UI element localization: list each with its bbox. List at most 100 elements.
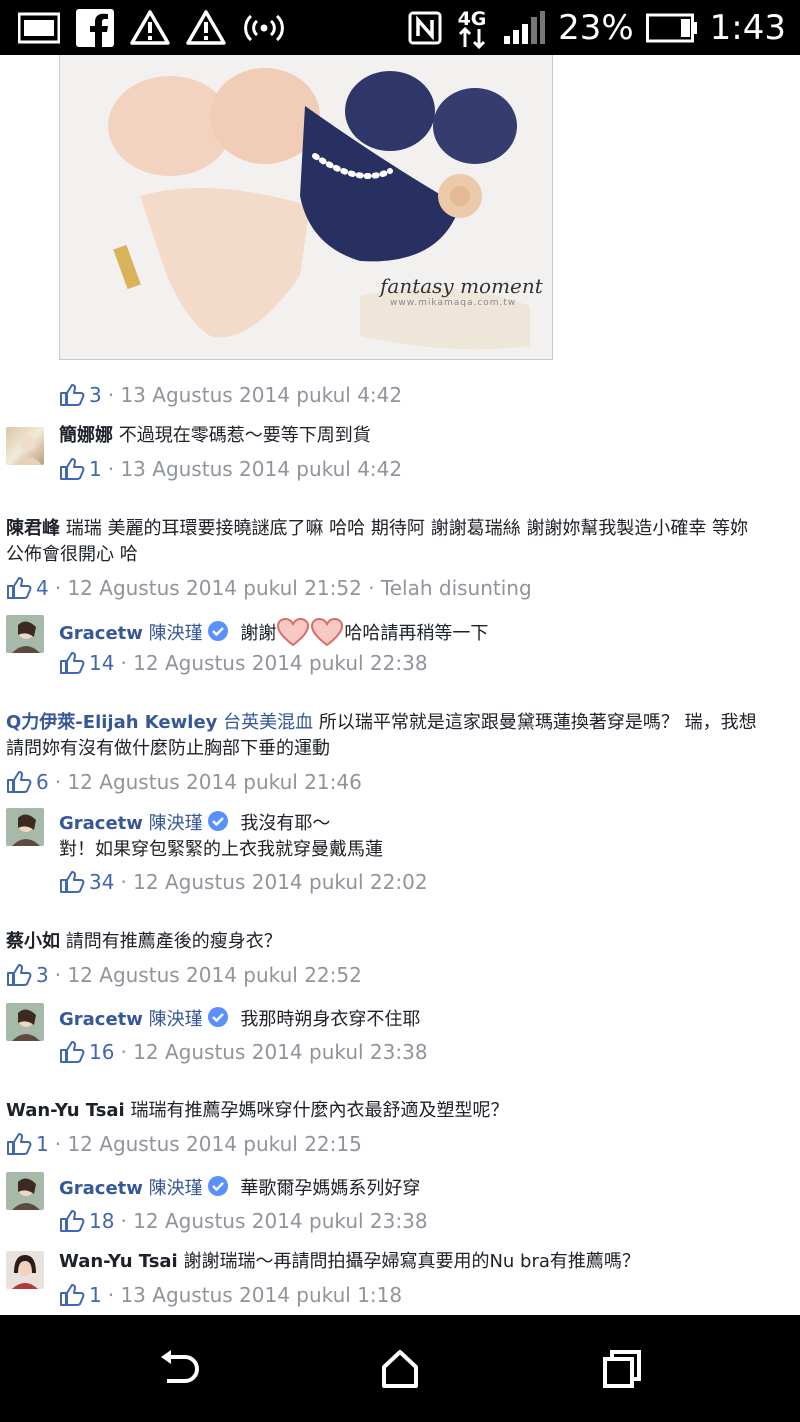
comment-timestamp[interactable]: · 12 Agustus 2014 pukul 21:46	[55, 770, 362, 794]
like-icon[interactable]	[59, 651, 85, 675]
like-count[interactable]: 1	[36, 1132, 49, 1156]
comment-author[interactable]: 蔡小如	[6, 931, 60, 952]
broadcast-icon	[244, 14, 284, 42]
comment-photo[interactable]: fantasy moment www.mikamaqa.com.tw	[59, 55, 553, 360]
like-icon[interactable]	[6, 1132, 32, 1156]
comment-meta: 3 · 12 Agustus 2014 pukul 22:52	[6, 963, 362, 987]
comment-author[interactable]: Gracetw	[59, 1009, 143, 1030]
back-button[interactable]	[149, 1345, 209, 1393]
avatar[interactable]	[6, 1251, 44, 1289]
comment-timestamp[interactable]: · 12 Agustus 2014 pukul 21:52 · Telah di…	[55, 576, 532, 600]
like-icon[interactable]	[6, 770, 32, 794]
comment-author-chinese[interactable]: 陳泱瑾	[149, 1178, 203, 1199]
reply: Gracetw 陳泱瑾 謝謝 哈哈請再稍等一下	[59, 617, 789, 647]
comment-timestamp[interactable]: · 12 Agustus 2014 pukul 22:38	[120, 651, 427, 675]
comment-meta: 18 · 12 Agustus 2014 pukul 23:38	[59, 1209, 428, 1233]
avatar[interactable]	[6, 1003, 44, 1041]
comment-author[interactable]: Gracetw	[59, 623, 143, 644]
alert-notification-icon	[130, 10, 170, 45]
comment-author[interactable]: Q力伊萊-Elijah Kewley	[6, 712, 217, 733]
comment-timestamp[interactable]: · 12 Agustus 2014 pukul 23:38	[120, 1040, 427, 1064]
comment-author[interactable]: Wan-Yu Tsai	[59, 1251, 178, 1272]
like-count[interactable]: 4	[36, 576, 49, 600]
battery-icon	[645, 13, 697, 42]
verified-badge-icon	[207, 621, 228, 641]
recent-apps-button[interactable]	[592, 1345, 652, 1393]
comment-meta: 14 · 12 Agustus 2014 pukul 22:38	[59, 651, 428, 675]
comment-text-line2: 公佈會很開心 哈	[6, 544, 138, 565]
photo-watermark-url: www.mikamaqa.com.tw	[390, 298, 517, 308]
comment-text-line2: 請問妳有沒有做什麼防止胸部下垂的運動	[6, 738, 330, 759]
comment-text: 我那時朔身衣穿不住耶	[240, 1009, 421, 1030]
home-button[interactable]	[370, 1345, 430, 1393]
comment-author-chinese[interactable]: 陳泱瑾	[149, 1009, 203, 1030]
comment-author[interactable]: Gracetw	[59, 813, 143, 834]
comment-timestamp[interactable]: · 12 Agustus 2014 pukul 22:52	[55, 963, 362, 987]
like-icon[interactable]	[59, 870, 85, 894]
like-count[interactable]: 18	[89, 1209, 114, 1233]
comment-meta: 1 · 13 Agustus 2014 pukul 4:42	[59, 457, 402, 481]
avatar[interactable]	[6, 427, 44, 465]
reply: Gracetw 陳泱瑾 我那時朔身衣穿不住耶	[59, 1006, 789, 1033]
nfc-icon	[408, 11, 442, 44]
like-count[interactable]: 6	[36, 770, 49, 794]
comment-meta: 6 · 12 Agustus 2014 pukul 21:46	[6, 770, 362, 794]
like-icon[interactable]	[59, 1209, 85, 1233]
comment-text-line1: 我沒有耶～	[240, 813, 331, 834]
comments-feed[interactable]: fantasy moment www.mikamaqa.com.tw 3 · 1…	[0, 55, 800, 1315]
comment-author[interactable]: Gracetw	[59, 1178, 143, 1199]
comment-timestamp[interactable]: · 12 Agustus 2014 pukul 22:02	[120, 870, 427, 894]
comment: Q力伊萊-Elijah Kewley 台英美混血 所以瑞平常就是這家跟曼黛瑪蓮換…	[6, 710, 798, 762]
verified-badge-icon	[207, 1007, 228, 1027]
signal-strength-icon	[504, 10, 546, 44]
comment-text: 謝謝瑞瑞～再請問拍攝孕婦寫真要用的Nu bra有推薦嗎？	[183, 1251, 640, 1272]
comment-author[interactable]: 陳君峰	[6, 518, 60, 539]
comment-text-line1: 所以瑞平常就是這家跟曼黛瑪蓮換著穿是嗎？ 瑞，我想	[318, 712, 757, 733]
comment-meta: 4 · 12 Agustus 2014 pukul 21:52 · Telah …	[6, 576, 532, 600]
like-count[interactable]: 16	[89, 1040, 114, 1064]
like-count[interactable]: 3	[89, 383, 102, 407]
comment-timestamp[interactable]: · 13 Agustus 2014 pukul 4:42	[108, 457, 402, 481]
comment-timestamp[interactable]: · 12 Agustus 2014 pukul 22:15	[55, 1132, 362, 1156]
like-icon[interactable]	[59, 1040, 85, 1064]
gallery-notification-icon	[18, 12, 60, 44]
comment-author-chinese[interactable]: 陳泱瑾	[149, 623, 203, 644]
like-count[interactable]: 1	[89, 1283, 102, 1307]
comment: 簡娜娜 不過現在零碼惹～要等下周到貨	[59, 423, 789, 449]
avatar[interactable]	[6, 808, 44, 846]
home-icon	[382, 1350, 418, 1388]
like-icon[interactable]	[6, 576, 32, 600]
like-count[interactable]: 1	[89, 457, 102, 481]
verified-badge-icon	[207, 811, 228, 831]
like-count[interactable]: 14	[89, 651, 114, 675]
recent-apps-icon	[603, 1350, 641, 1388]
comment-text: 哈哈請再稍等一下	[344, 623, 489, 644]
avatar[interactable]	[6, 1172, 44, 1210]
comment-meta: 1 · 12 Agustus 2014 pukul 22:15	[6, 1132, 362, 1156]
like-count[interactable]: 34	[89, 870, 114, 894]
comment-author[interactable]: 簡娜娜	[59, 425, 113, 446]
comment-author[interactable]: Wan-Yu Tsai	[6, 1100, 125, 1121]
comment: 蔡小如 請問有推薦產後的瘦身衣？	[6, 929, 798, 955]
photo-watermark: fantasy moment	[380, 274, 543, 298]
back-icon	[161, 1350, 199, 1383]
comment-text: 不過現在零碼惹～要等下周到貨	[118, 425, 371, 446]
comment-timestamp[interactable]: · 13 Agustus 2014 pukul 4:42	[108, 383, 402, 407]
lingerie-photo-illustration	[60, 55, 552, 359]
like-count[interactable]: 3	[36, 963, 49, 987]
comment-timestamp[interactable]: · 13 Agustus 2014 pukul 1:18	[108, 1283, 402, 1307]
like-icon[interactable]	[6, 963, 32, 987]
reply: Wan-Yu Tsai 謝謝瑞瑞～再請問拍攝孕婦寫真要用的Nu bra有推薦嗎？	[59, 1249, 789, 1275]
comment-meta: 34 · 12 Agustus 2014 pukul 22:02	[59, 870, 428, 894]
comment-timestamp[interactable]: · 12 Agustus 2014 pukul 23:38	[120, 1209, 427, 1233]
comment-text: 瑞瑞有推薦孕媽咪穿什麼內衣最舒適及塑型呢？	[130, 1100, 509, 1121]
clock: 1:43	[709, 7, 786, 48]
status-bar: 4G 23% 1:43	[0, 0, 800, 55]
like-icon[interactable]	[59, 1283, 85, 1307]
comment-author-chinese[interactable]: 台英美混血	[223, 712, 313, 733]
comment-text: 謝謝	[240, 623, 277, 644]
like-icon[interactable]	[59, 383, 85, 407]
comment-author-chinese[interactable]: 陳泱瑾	[149, 813, 203, 834]
avatar[interactable]	[6, 615, 44, 653]
like-icon[interactable]	[59, 457, 85, 481]
